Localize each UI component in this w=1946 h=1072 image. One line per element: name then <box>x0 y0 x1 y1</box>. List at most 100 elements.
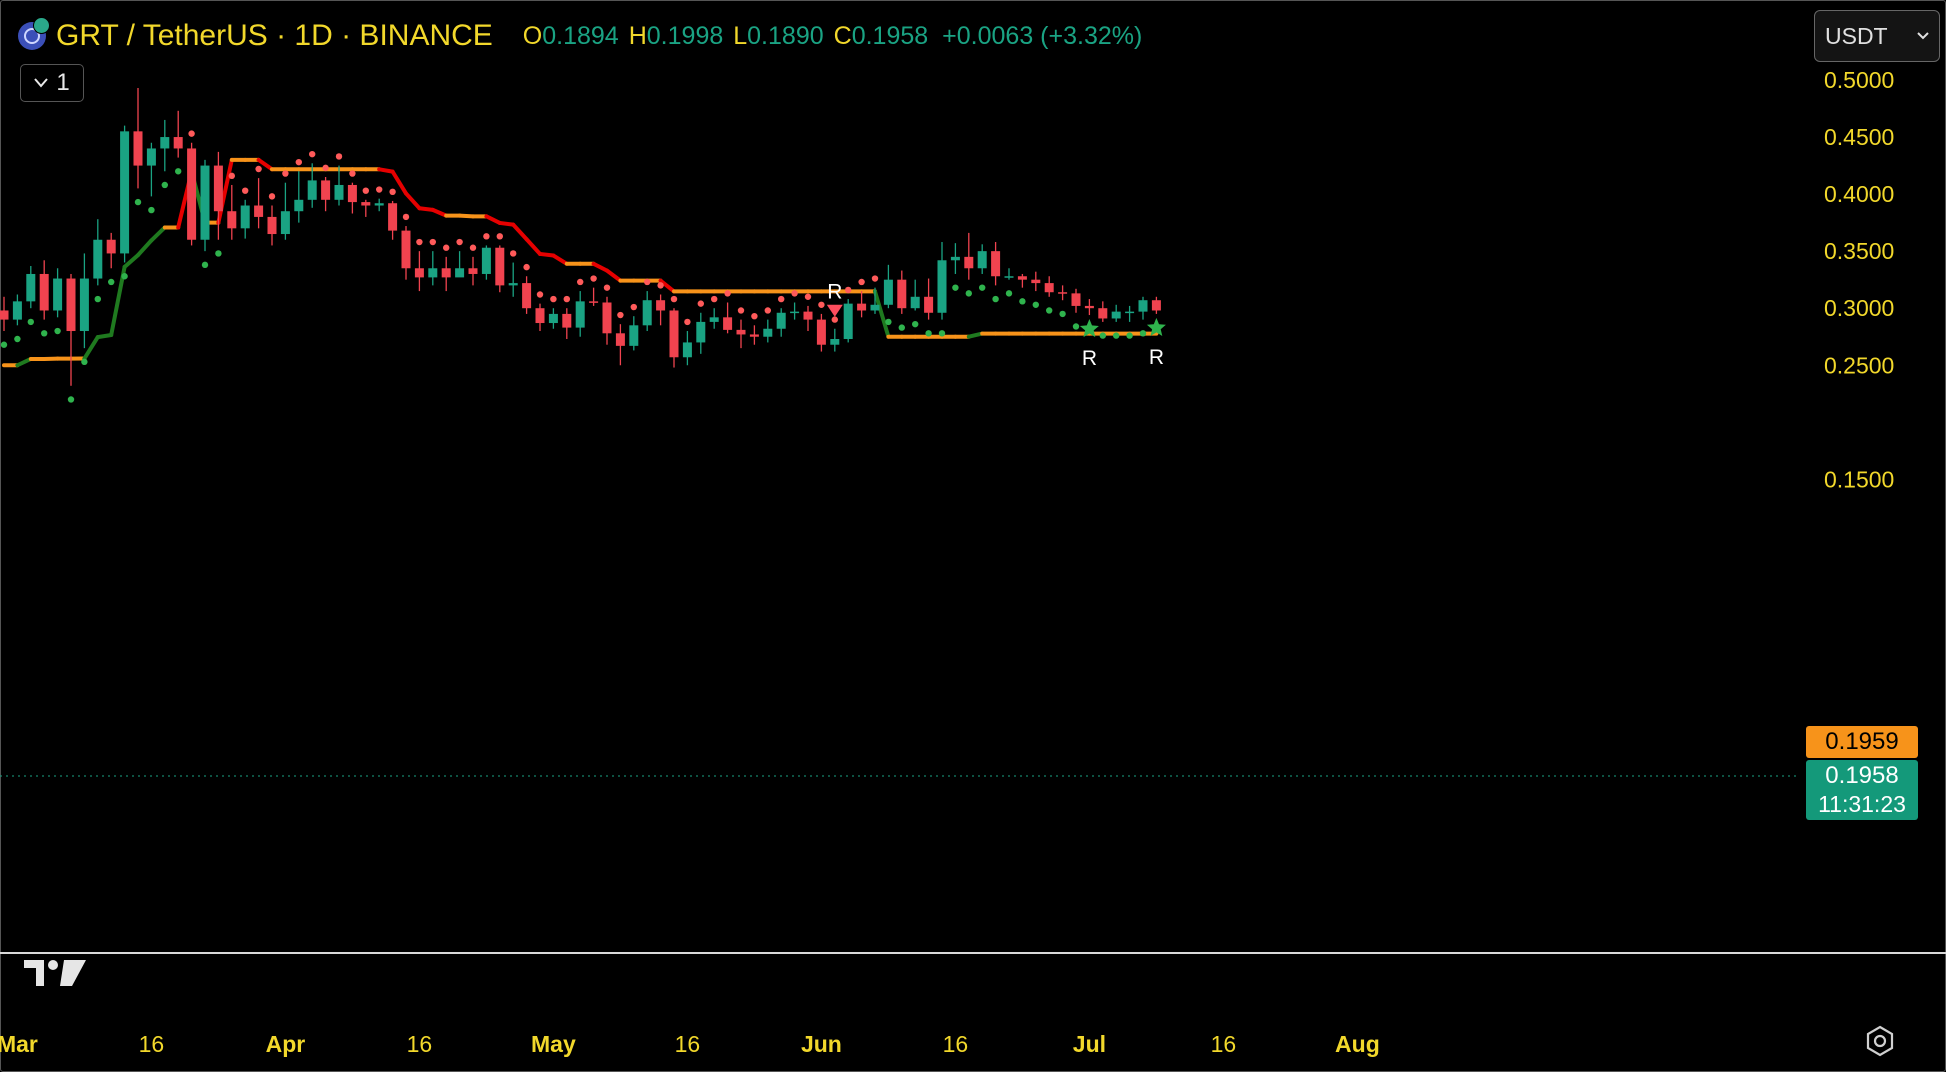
stop-dot <box>54 327 61 335</box>
symbol-title[interactable]: GRT / TetherUS · 1D · BINANCE <box>56 19 493 53</box>
stop-dot <box>670 295 678 303</box>
price-chart[interactable]: R R R 0.5000 0.4500 0.4000 0.3500 0.3000 0.2500… <box>0 0 1946 1072</box>
candle-body <box>227 211 237 229</box>
y-axis-tick-label: 0.3500 <box>1824 238 1894 264</box>
stop-dot <box>737 307 745 314</box>
candle-body <box>803 311 813 320</box>
candle-body <box>1151 300 1161 311</box>
y-axis-tick-label: 0.4000 <box>1824 181 1894 207</box>
low-label: L <box>733 21 748 50</box>
stop-dot <box>644 278 651 286</box>
candle-body <box>522 283 532 309</box>
candle-body <box>321 180 331 200</box>
x-axis-tick-label: Mar <box>0 1031 38 1057</box>
candle-body <box>441 268 451 278</box>
trailing-stop-segment <box>95 333 114 340</box>
high-label: H <box>628 21 647 50</box>
candle-body <box>602 302 612 334</box>
candle-body <box>213 165 223 212</box>
trailing-stop-segment <box>377 167 395 174</box>
candle-body <box>468 268 478 274</box>
open-label: O <box>522 21 543 50</box>
candle-body <box>280 211 290 235</box>
change-value: +0.0063 (+3.32%) <box>942 21 1143 50</box>
stop-dot <box>81 358 88 366</box>
candle-body <box>883 279 893 305</box>
stop-dot <box>429 238 436 246</box>
stop-dot <box>1019 298 1026 305</box>
candle-body <box>414 268 424 278</box>
candle-body <box>481 247 491 274</box>
stop-dot <box>523 263 530 271</box>
candle-body <box>26 273 36 302</box>
candle-body <box>950 256 960 261</box>
low-value: 0.1890 <box>747 21 824 50</box>
candle-body <box>401 230 411 269</box>
trailing-stop-segment <box>417 206 435 212</box>
stop-dot <box>188 130 195 137</box>
candle-body <box>66 278 76 332</box>
stop-dot <box>67 396 75 403</box>
stop-dot <box>1139 330 1147 337</box>
stop-dot <box>617 311 624 319</box>
grt-coin-icon[interactable] <box>18 17 50 50</box>
stop-dot <box>871 275 879 282</box>
candle-body <box>79 278 89 332</box>
candle-body <box>1071 293 1081 306</box>
stop-dot <box>456 238 463 246</box>
candle-body <box>642 300 652 326</box>
candle-body <box>120 131 130 254</box>
high-value: 0.1998 <box>646 21 724 50</box>
stop-dot <box>1046 307 1053 314</box>
candle-body <box>843 303 853 340</box>
candle-body <box>1004 276 1014 278</box>
stop-dot <box>818 301 825 308</box>
candle-body <box>508 283 518 286</box>
candle-body <box>106 239 116 254</box>
time-axis-separator <box>0 952 1946 954</box>
candle-body <box>133 131 143 166</box>
stop-dot <box>845 286 852 294</box>
stop-dot <box>134 198 142 206</box>
stop-dot <box>1059 310 1066 318</box>
stop-dot <box>175 168 182 175</box>
x-axis-tick-label: 16 <box>139 1031 165 1057</box>
chevron-down-icon <box>1917 32 1929 40</box>
stop-dot <box>711 295 718 303</box>
settings-hexagon-icon[interactable] <box>1864 1024 1896 1058</box>
candle-body <box>562 313 572 328</box>
candle-body <box>535 308 545 324</box>
currency-label: USDT <box>1825 22 1888 49</box>
stop-dot <box>483 233 490 240</box>
stop-dot <box>657 282 664 289</box>
candle-body <box>897 279 907 309</box>
currency-select[interactable]: USDT <box>1814 10 1940 62</box>
candle-body <box>589 301 599 303</box>
stop-dot <box>804 293 812 300</box>
stop-dot <box>335 153 343 160</box>
stop-dot <box>94 295 102 303</box>
candle-body <box>39 273 49 311</box>
stop-dot <box>496 233 503 240</box>
x-axis-tick-label: 16 <box>675 1031 701 1057</box>
y-axis-tick-label: 0.1500 <box>1824 466 1894 492</box>
candle-body <box>254 205 264 217</box>
candle-body <box>1058 292 1068 294</box>
stop-dot <box>416 238 423 246</box>
stop-dot <box>590 275 597 282</box>
tradingview-logo[interactable] <box>24 956 94 990</box>
trailing-stop-segment <box>551 253 569 266</box>
candle-body <box>1111 311 1121 319</box>
stop-dot <box>242 187 249 194</box>
candle-body <box>924 296 934 313</box>
stop-dot <box>1005 290 1013 297</box>
x-axis-tick-label: Apr <box>266 1031 306 1057</box>
candle-body <box>428 268 438 278</box>
trailing-stop-segment <box>511 222 529 242</box>
indicator-toggle-button[interactable]: 1 <box>20 64 84 102</box>
trailing-stop-segment <box>484 214 502 225</box>
candle-body <box>696 321 706 343</box>
stop-dot <box>41 330 48 337</box>
stop-dot <box>268 193 276 200</box>
candle-body <box>629 325 639 346</box>
